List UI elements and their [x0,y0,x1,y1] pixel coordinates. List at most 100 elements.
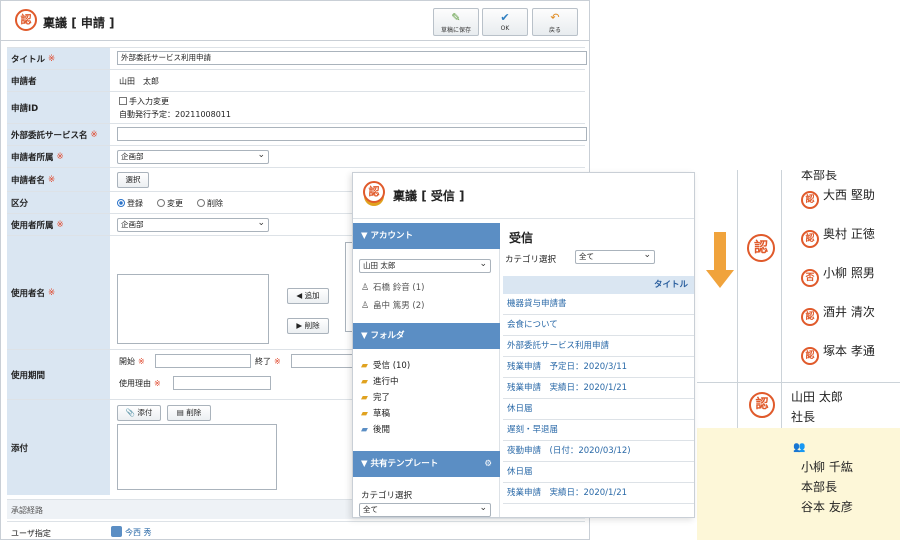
draft-folder-icon: ▰ [361,409,368,419]
review-folder-icon: ▰ [361,425,368,435]
inbox-main: 受信 カテゴリ選択 全て タイトル 機器貸与申請書 会食について 外部委託サービ… [503,223,694,517]
route-user-link[interactable]: 今西 秀 [111,526,152,538]
end-date-input[interactable] [291,354,361,368]
folder-drafts[interactable]: ▰ 草稿 [361,407,390,419]
approver-4: 認酒井 清次 [801,303,875,326]
list-item[interactable]: 残業申請 実績日：2020/1/21 [503,483,694,504]
category-label: カテゴリ選択 [505,255,557,265]
check-icon: ✔ [500,11,510,24]
folder-later-review[interactable]: ▰ 後閲 [361,423,390,435]
radio-icon [197,199,205,207]
gear-icon[interactable]: ⚙ [484,451,492,477]
applicant-affiliation-label: 申請者所属 ※ [7,146,110,167]
user-specification-row: ユーザ指定 今西 秀 [7,521,585,539]
save-draft-button[interactable]: ✎ 草稿に保存 [433,8,479,36]
user-name-label: 使用者名 ※ [7,236,110,349]
reason-input[interactable] [173,376,271,390]
list-item[interactable]: 機器貸与申請書 [503,294,694,315]
approval-seal-logo: 認 [15,9,37,31]
end-label: 終了 ※ [255,357,281,366]
pending-stage-area: 👥 小柳 千紘 本部長 谷本 友彦 [697,428,900,540]
user-candidate-list[interactable] [117,274,269,344]
folder-section-header[interactable]: ▼ フォルダ [353,323,500,349]
flow-arrow-icon [714,232,726,270]
usage-period-label: 使用期間 [7,350,110,399]
list-item[interactable]: 休日届 [503,462,694,483]
shared-template-section-header[interactable]: ▼ 共有テンプレート ⚙ [353,451,500,477]
manual-id-label: 手入力変更 [129,97,169,106]
next-approver-name: 小柳 千紘 [801,460,853,474]
applicant-affiliation-select[interactable]: 企画部 [117,149,269,164]
approval-route-label: 承認経路 [11,506,43,515]
checkbox-icon [119,97,127,105]
attach-icon: 📎 [125,408,135,417]
start-date-input[interactable] [155,354,251,368]
template-category-select[interactable]: 全て [359,502,491,517]
proxy-user-1[interactable]: ♙ 石橋 鈴音 (1) [361,281,424,293]
add-user-button[interactable]: ◀ 追加 [287,288,329,304]
stage-seal-icon: 認 [747,234,775,262]
title-input[interactable]: 外部委託サービス利用申請 [117,51,587,65]
inbox-header: 認 稟議 [ 受信 ] [353,173,694,219]
list-item[interactable]: 夜勤申請 (日付：2020/03/12) [503,441,694,462]
remove-user-button[interactable]: ▶ 削除 [287,318,329,334]
delete-attachment-button[interactable]: ▤ 削除 [167,405,211,421]
list-item[interactable]: 休日届 [503,399,694,420]
left-arrow-icon: ◀ [296,291,303,300]
folder-inbox[interactable]: ▰ 受信 (10) [361,359,410,371]
select-applicant-button[interactable]: 選択 [117,172,149,188]
title-row: タイトル ※ 外部委託サービス利用申請 [7,47,587,69]
user-icon: ♙ [361,283,370,293]
list-item[interactable]: 残業申請 予定日：2020/3/11 [503,357,694,378]
back-button[interactable]: ↶ 戻る [532,8,578,36]
folder-in-progress[interactable]: ▰ 進行中 [361,375,399,387]
applicant-name-label: 申請者名 ※ [7,168,110,191]
current-approver-name: 山田 太郎 [791,390,843,404]
list-item[interactable]: 外部委託サービス利用申請 [503,336,694,357]
division-radio-change[interactable]: 変更 [157,198,183,209]
approver-5: 認塚本 孝通 [801,342,875,365]
category-select[interactable]: 全て [575,249,655,264]
route-top-partial: 本部長 [801,170,838,182]
account-select[interactable]: 山田 太郎 [359,258,491,273]
form-header: 認 稟議 [ 申請 ] ✎ 草稿に保存 ✔ OK ↶ 戻る [1,1,589,41]
list-item[interactable]: 会食について [503,315,694,336]
ok-button[interactable]: ✔ OK [482,8,528,36]
service-name-label: 外部委託サービス名 ※ [7,124,110,145]
proxy-user-2[interactable]: ♙ 畠中 篤男 (2) [361,299,424,311]
list-item[interactable]: 残業申請 実績日：2020/1/21 [503,378,694,399]
reason-label: 使用理由 ※ [119,379,161,388]
applicant-affiliation-row: 申請者所属 ※ 企画部 [7,145,585,167]
approval-route-panel: 認 本部長 認大西 堅助 認奥村 正徳 否小柳 照男 認酒井 清次 認塚本 孝通… [697,170,900,540]
user-icon: ♙ [361,301,370,311]
radio-selected-icon [117,199,125,207]
trash-icon: ▤ [176,408,184,417]
attach-file-button[interactable]: 📎 添付 [117,405,161,421]
approved-seal-icon: 認 [801,347,819,365]
save-draft-label: 草稿に保存 [440,27,471,34]
current-approver-title: 社長 [791,410,816,424]
title-column-header[interactable]: タイトル [503,276,694,294]
folder-completed[interactable]: ▰ 完了 [361,391,390,403]
service-name-row: 外部委託サービス名 ※ [7,123,587,145]
approver-2: 認奥村 正徳 [801,225,875,248]
inbox-sidebar: ▼ アカウント 山田 太郎 ♙石橋 鈴音 (1) ♙畠中 篤男 (2) ▼ フォ… [353,223,500,517]
start-label: 開始 ※ [119,357,145,366]
form-app-title: 稟議 [43,16,68,30]
approved-seal-icon: 認 [801,230,819,248]
form-app-mode: 申請 [80,16,105,30]
right-arrow-icon: ▶ [296,321,303,330]
attachment-list[interactable] [117,424,277,490]
list-item[interactable]: 遅刻・早退届 [503,420,694,441]
account-section-header[interactable]: ▼ アカウント [353,223,500,249]
back-label: 戻る [548,27,561,34]
division-radio-register[interactable]: 登録 [117,198,143,209]
applicant-row: 申請者 山田 太郎 [7,69,585,91]
user-affiliation-select[interactable]: 企画部 [117,217,269,232]
manual-id-checkbox[interactable]: 手入力変更 [119,96,169,107]
division-radio-delete[interactable]: 削除 [197,198,223,209]
auto-id-text: 自動発行予定：20211008011 [119,110,231,119]
completed-folder-icon: ▰ [361,393,368,403]
service-name-input[interactable] [117,127,587,141]
inbox-folder-icon: ▰ [361,361,368,371]
